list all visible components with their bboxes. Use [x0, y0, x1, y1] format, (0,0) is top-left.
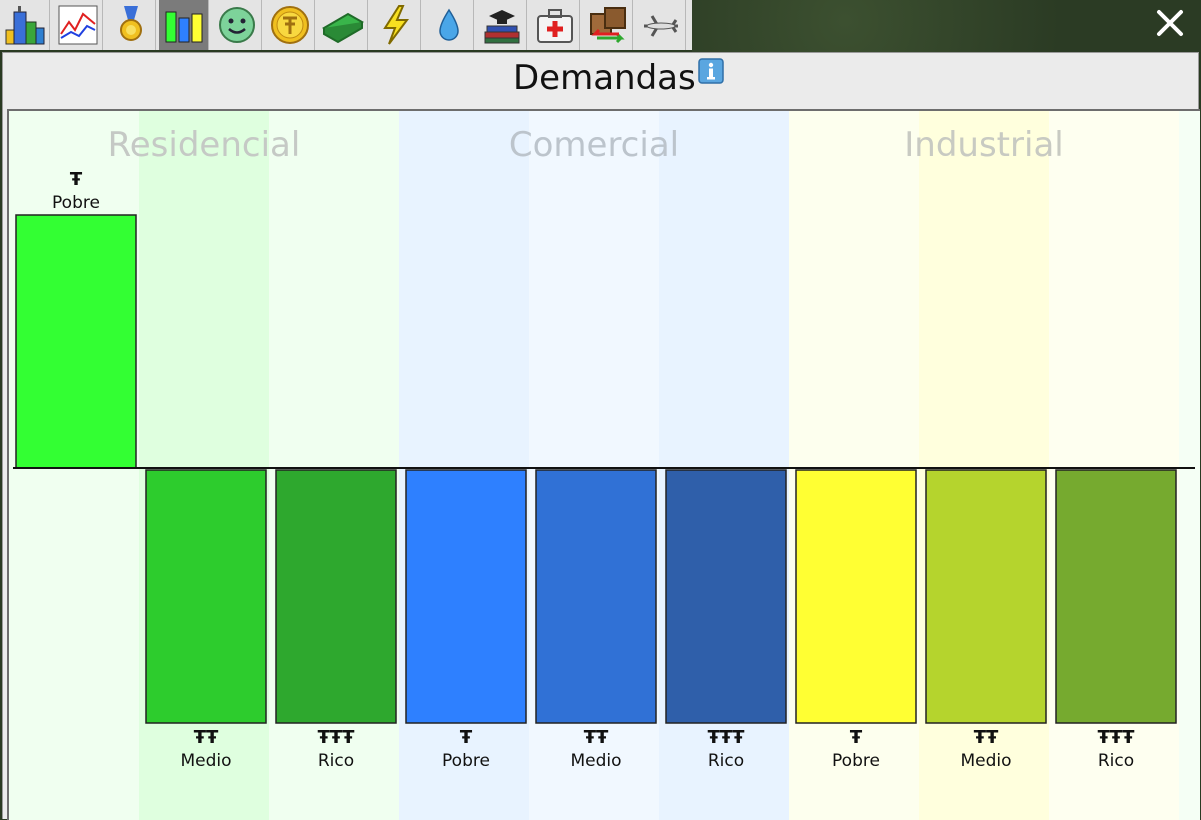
toolbar-power-button[interactable] [371, 0, 421, 50]
info-icon[interactable] [698, 58, 724, 84]
wealth-level-label: Medio [180, 751, 231, 771]
wealth-symbol-label: ŦŦ [584, 727, 609, 748]
trade-crates-icon [589, 7, 626, 44]
wealth-level-label: Medio [960, 751, 1011, 771]
group-header: Industrial [904, 125, 1063, 165]
wealth-level-label: Rico [1098, 751, 1134, 771]
toolbar-education-button[interactable] [477, 0, 527, 50]
toolbar-budget-button[interactable] [318, 0, 368, 50]
toolbar-graphs-button[interactable] [53, 0, 103, 50]
wealth-level-label: Pobre [52, 193, 100, 213]
wealth-level-label: Pobre [442, 751, 490, 771]
demand-bar [1055, 469, 1177, 724]
toolbar-city-button[interactable] [0, 0, 50, 50]
wealth-symbol-label: Ŧ [850, 727, 863, 748]
demand-bar [665, 469, 787, 724]
group-header: Residencial [108, 125, 301, 165]
money-stack-icon [321, 12, 364, 44]
water-drop-icon [438, 8, 459, 41]
toolbar-transport-button[interactable] [636, 0, 686, 50]
city-buildings-icon [5, 6, 44, 45]
demand-panel: Demandas Residencial Comercial Industrial Ŧ… [2, 52, 1200, 820]
wealth-symbol-label: Ŧ [460, 727, 473, 748]
wealth-symbol-label: Ŧ [70, 169, 83, 190]
medal-icon [119, 6, 142, 41]
toolbar-health-button[interactable] [530, 0, 580, 50]
wealth-symbol-label: ŦŦŦ [1098, 727, 1136, 748]
close-icon[interactable] [1153, 6, 1187, 40]
toolbar [0, 0, 692, 50]
airplane-icon [643, 15, 678, 37]
wealth-level-label: Rico [708, 751, 744, 771]
lightning-icon [382, 5, 409, 45]
toolbar-demand-button[interactable] [159, 0, 209, 50]
demand-bar [275, 469, 397, 724]
wealth-symbol-label: ŦŦŦ [318, 727, 356, 748]
demand-chart-frame: Residencial Comercial Industrial Ŧ Pobre ŦŦ Me… [7, 109, 1200, 820]
wealth-level-label: Rico [318, 751, 354, 771]
smiley-face-icon [218, 7, 255, 43]
demand-bar [405, 469, 527, 724]
wealth-level-label: Medio [570, 751, 621, 771]
toolbar-awards-button[interactable] [106, 0, 156, 50]
wealth-symbol-label: ŦŦ [974, 727, 999, 748]
demand-bar [535, 469, 657, 724]
gold-coin-icon [270, 6, 309, 44]
demand-bars-icon [165, 11, 202, 43]
demand-bar [15, 214, 137, 469]
toolbar-trade-button[interactable] [583, 0, 633, 50]
wealth-level-label: Pobre [832, 751, 880, 771]
toolbar-taxes-button[interactable] [265, 0, 315, 50]
line-graph-icon [58, 5, 97, 45]
panel-title: Demandas [513, 58, 696, 98]
wealth-symbol-label: ŦŦ [194, 727, 219, 748]
demand-bar [795, 469, 917, 724]
panel-header: Demandas [3, 53, 1198, 107]
wealth-symbol-label: ŦŦŦ [708, 727, 746, 748]
toolbar-water-button[interactable] [424, 0, 474, 50]
toolbar-happiness-button[interactable] [212, 0, 262, 50]
demand-chart: Residencial Comercial IndustrialŦPobreŦŦMe… [9, 111, 1195, 820]
demand-bar [145, 469, 267, 724]
books-graduation-cap-icon [484, 10, 519, 44]
medical-kit-icon [536, 9, 573, 43]
group-header: Comercial [509, 125, 679, 165]
demand-bar [925, 469, 1047, 724]
map-background [692, 0, 1201, 52]
